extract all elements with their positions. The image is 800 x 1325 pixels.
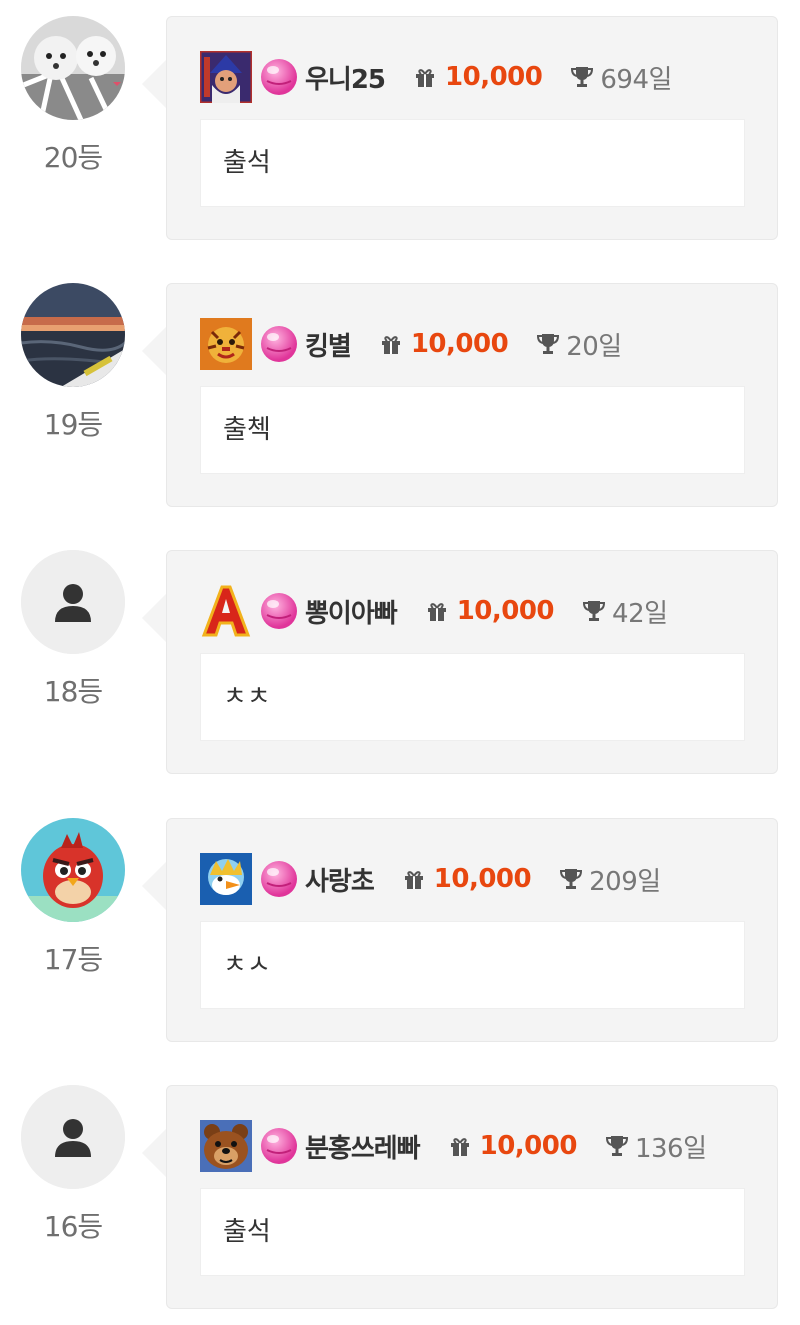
rank-label: 16등 [43, 1210, 103, 1243]
pink-candy-icon [259, 57, 299, 97]
attendance-days: 42일 [612, 598, 668, 629]
comment-card: 우니25 10,000 694일 출석 [166, 16, 778, 240]
trophy-icon [570, 65, 594, 89]
comment-card: 킹별 10,000 20일 출첵 [166, 283, 778, 507]
comment-text: 출석 [200, 119, 745, 207]
comment-card: 뽕이아빠 10,000 42일 ㅊㅊ [166, 550, 778, 774]
ranking-entry: 17등 사랑초 10,000 209일 ㅊㅅ [0, 818, 800, 1058]
comment-card: 분홍쓰레빠 10,000 136일 출석 [166, 1085, 778, 1309]
reward-points: 10,000 [479, 1131, 578, 1161]
rank-label: 18등 [43, 675, 103, 708]
nickname[interactable]: 분홍쓰레빠 [305, 1128, 421, 1165]
comment-text: ㅊㅅ [200, 921, 745, 1009]
comment-text: ㅊㅊ [200, 653, 745, 741]
pink-candy-icon [259, 859, 299, 899]
pink-candy-icon [259, 1126, 299, 1166]
nickname[interactable]: 킹별 [305, 326, 352, 363]
gift-icon [413, 65, 437, 89]
attendance-days: 209일 [589, 866, 661, 897]
duck-game-icon [200, 853, 252, 905]
trophy-icon [559, 867, 583, 891]
pink-candy-icon [259, 591, 299, 631]
nickname[interactable]: 뽕이아빠 [305, 593, 398, 630]
speech-arrow [142, 592, 168, 644]
comment-card: 사랑초 10,000 209일 ㅊㅅ [166, 818, 778, 1042]
gift-icon [402, 867, 426, 891]
speech-arrow [142, 58, 168, 110]
attendance-days: 136일 [634, 1133, 707, 1164]
user-avatar[interactable] [21, 16, 125, 120]
wizard-game-icon [200, 51, 252, 103]
speech-arrow [142, 860, 168, 912]
gift-icon [448, 1134, 472, 1158]
user-avatar[interactable] [21, 283, 125, 387]
nickname[interactable]: 우니25 [305, 59, 386, 96]
ranking-entry: 18등 뽕이아빠 10,000 42일 ㅊㅊ [0, 550, 800, 790]
attendance-days: 694일 [600, 64, 672, 95]
speech-arrow [142, 325, 168, 377]
reward-points: 10,000 [433, 864, 532, 894]
gift-icon [379, 332, 403, 356]
bear-game-icon [200, 1120, 252, 1172]
letter-a-game-icon [200, 585, 252, 637]
reward-points: 10,000 [445, 62, 543, 92]
ranking-entry: 16등 분홍쓰레빠 10,000 136일 출석 [0, 1085, 800, 1325]
default-avatar[interactable] [21, 1085, 125, 1189]
attendance-days: 20일 [566, 331, 622, 362]
trophy-icon [605, 1134, 629, 1158]
gift-icon [425, 599, 449, 623]
comment-text: 출석 [200, 1188, 745, 1276]
rank-label: 20등 [43, 141, 103, 174]
default-avatar[interactable] [21, 550, 125, 654]
tiger-game-icon [200, 318, 252, 370]
ranking-entry: 19등 킹별 10,000 20일 출첵 [0, 283, 800, 523]
rank-label: 19등 [43, 408, 103, 441]
ranking-entry: 20등 우니25 10,000 694일 출석 [0, 16, 800, 256]
nickname[interactable]: 사랑초 [305, 861, 375, 898]
pink-candy-icon [259, 324, 299, 364]
trophy-icon [582, 599, 606, 623]
user-avatar[interactable] [21, 818, 125, 922]
trophy-icon [536, 332, 560, 356]
speech-arrow [142, 1127, 168, 1179]
reward-points: 10,000 [410, 329, 509, 359]
rank-label: 17등 [43, 943, 103, 976]
reward-points: 10,000 [456, 596, 555, 626]
comment-text: 출첵 [200, 386, 745, 474]
